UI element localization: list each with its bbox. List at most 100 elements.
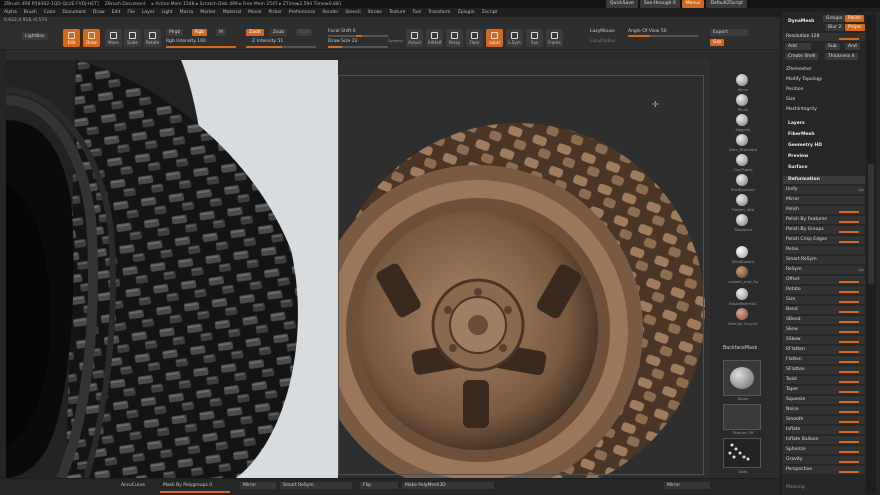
trimdynamic-brush-icon[interactable] xyxy=(736,174,748,186)
backface-mask-button[interactable]: BackfaceMask xyxy=(723,346,757,351)
geometry-hd-section[interactable]: Geometry HD xyxy=(783,142,865,150)
surface-section[interactable]: Surface xyxy=(783,164,865,172)
menu-layer[interactable]: Layer xyxy=(142,10,155,15)
thickness-slider[interactable]: Thickness 4 xyxy=(825,53,858,60)
menu-edit[interactable]: Edit xyxy=(112,10,121,15)
stroke-thumbnail[interactable] xyxy=(723,438,761,468)
basic-material-icon[interactable] xyxy=(736,288,748,300)
aahalf-button[interactable]: AAHalf xyxy=(426,29,443,47)
blur-slider[interactable]: Blur 2 xyxy=(825,24,845,31)
dynamic-toggle[interactable]: Dynamic xyxy=(388,39,403,43)
move-brush-icon[interactable] xyxy=(736,74,748,86)
deform-size[interactable]: Size xyxy=(783,296,865,304)
deform-offset[interactable]: Offset xyxy=(783,276,865,284)
menu-stencil[interactable]: Stencil xyxy=(345,10,360,15)
add-button[interactable]: Add xyxy=(785,43,811,50)
lazyradius-slider[interactable]: LazyRadius xyxy=(590,39,615,44)
deform-polish[interactable]: Polish xyxy=(783,206,865,214)
custom-material-icon[interactable] xyxy=(736,266,748,278)
mrgb-button[interactable]: Mrgb xyxy=(166,29,184,36)
focal-shift-slider[interactable]: Focal Shift 0 xyxy=(328,29,356,34)
deform-inflate-balloon[interactable]: Inflate Balloon xyxy=(783,436,865,444)
deform-resym[interactable]: ReSym xyz xyxy=(783,266,865,274)
menu-transform[interactable]: Transform xyxy=(428,10,450,15)
deform-flatten[interactable]: Flatten xyxy=(783,356,865,364)
modify-topology-section[interactable]: Modify Topology xyxy=(783,76,865,84)
menu-material[interactable]: Material xyxy=(223,10,241,15)
meshintegrity-section[interactable]: MeshIntegrity xyxy=(783,106,865,114)
seethrough-slider[interactable]: See-through 0 xyxy=(639,0,680,8)
menu-brush[interactable]: Brush xyxy=(24,10,37,15)
create-shell-button[interactable]: Create Shell xyxy=(785,53,819,60)
deform-smooth[interactable]: Smooth xyxy=(783,416,865,424)
mirror-weld-button[interactable]: Mirror xyxy=(664,482,710,489)
menu-zplugin[interactable]: Zplugin xyxy=(458,10,475,15)
persp-button[interactable]: Persp xyxy=(446,29,463,47)
mirror-button[interactable]: Mirror xyxy=(240,482,276,489)
m-button[interactable]: M xyxy=(216,29,226,36)
deform-polish-by-features[interactable]: Polish By Features xyxy=(783,216,865,224)
alpha-thumbnail[interactable] xyxy=(723,360,761,396)
texture-thumbnail[interactable] xyxy=(723,404,761,430)
deform-bend[interactable]: Bend xyxy=(783,306,865,314)
quicksave-button[interactable]: QuickSave xyxy=(606,0,638,8)
deform-gravity[interactable]: Gravity xyxy=(783,456,865,464)
project-toggle[interactable]: Projec xyxy=(845,24,865,31)
move-button[interactable]: Move xyxy=(105,29,122,47)
menu-preferences[interactable]: Preferences xyxy=(289,10,315,15)
zsub-button[interactable]: Zsub xyxy=(270,29,288,36)
rotate-button[interactable]: Rotate xyxy=(144,29,161,47)
zremesher-section[interactable]: ZRemesher xyxy=(783,66,865,74)
scale-button[interactable]: Scale xyxy=(124,29,141,47)
deform-smart-resym[interactable]: Smart ReSym xyxy=(783,256,865,264)
dam-standard-brush-icon[interactable] xyxy=(736,134,748,146)
menu-movie[interactable]: Movie xyxy=(248,10,261,15)
pinch-brush-icon[interactable] xyxy=(736,94,748,106)
lazymouse-button[interactable]: LazyMouse xyxy=(590,29,615,34)
menus-button[interactable]: Menus xyxy=(681,0,705,8)
mask-by-polygroups-slider[interactable]: Mask By Polygroups 0 xyxy=(160,482,215,489)
xyz-button[interactable]: Xyz xyxy=(526,29,543,47)
size-section[interactable]: Size xyxy=(783,96,865,104)
rgb-intensity-slider[interactable]: Rgb Intensity 100 xyxy=(166,39,206,44)
scroll-thumb[interactable] xyxy=(868,164,874,284)
deform-perspective[interactable]: Perspective xyxy=(783,466,865,474)
floor-button[interactable]: Floor xyxy=(466,29,483,47)
menu-zscript[interactable]: Zscript xyxy=(482,10,498,15)
resolution-slider[interactable]: Resolution 128 xyxy=(783,33,865,41)
menu-macro[interactable]: Macro xyxy=(180,10,194,15)
sub-button[interactable]: Sub xyxy=(825,43,840,50)
deform-taper[interactable]: Taper xyxy=(783,386,865,394)
frame-button[interactable]: Frame xyxy=(546,29,563,47)
lsym-button[interactable]: L.Sym xyxy=(506,29,523,47)
claytubes-brush-icon[interactable] xyxy=(736,154,748,166)
polish-toggle[interactable]: Polish xyxy=(845,15,865,22)
deform-twist[interactable]: Twist xyxy=(783,376,865,384)
export-button[interactable]: Export xyxy=(710,29,748,36)
deform-polish-by-groups[interactable]: Polish By Groups xyxy=(783,226,865,234)
menu-picker[interactable]: Picker xyxy=(268,10,281,15)
preview-section[interactable]: Preview xyxy=(783,153,865,161)
flatten-brush-icon[interactable] xyxy=(736,194,748,206)
flip-button[interactable]: Flip xyxy=(360,482,398,489)
magnify-brush-icon[interactable] xyxy=(736,114,748,126)
actual-button[interactable]: Actual xyxy=(406,29,423,47)
draw-button[interactable]: Draw xyxy=(83,29,100,47)
tool-palette-scrollbar[interactable] xyxy=(866,14,876,494)
matcap-material-icon[interactable] xyxy=(736,308,748,320)
menu-render[interactable]: Render xyxy=(322,10,338,15)
edit-button[interactable]: Edit xyxy=(63,29,80,47)
menu-draw[interactable]: Draw xyxy=(93,10,105,15)
smart-resym-button[interactable]: Smart ReSym xyxy=(280,482,352,489)
deform-rotate[interactable]: Rotate xyxy=(783,286,865,294)
deform-spherize[interactable]: Spherize xyxy=(783,446,865,454)
standard-brush-icon[interactable] xyxy=(736,214,748,226)
deform-squeeze[interactable]: Squeeze xyxy=(783,396,865,404)
local-button[interactable]: Local xyxy=(486,29,503,47)
deform-polish-crisp-edges[interactable]: Polish Crisp Edges xyxy=(783,236,865,244)
grp-button[interactable]: Grp xyxy=(710,39,725,46)
deform-rflatten[interactable]: RFlatten xyxy=(783,346,865,354)
deform-sbend[interactable]: SBend xyxy=(783,316,865,324)
rgb-button[interactable]: Rgb xyxy=(192,29,207,36)
zadd-button[interactable]: Zadd xyxy=(246,29,264,36)
